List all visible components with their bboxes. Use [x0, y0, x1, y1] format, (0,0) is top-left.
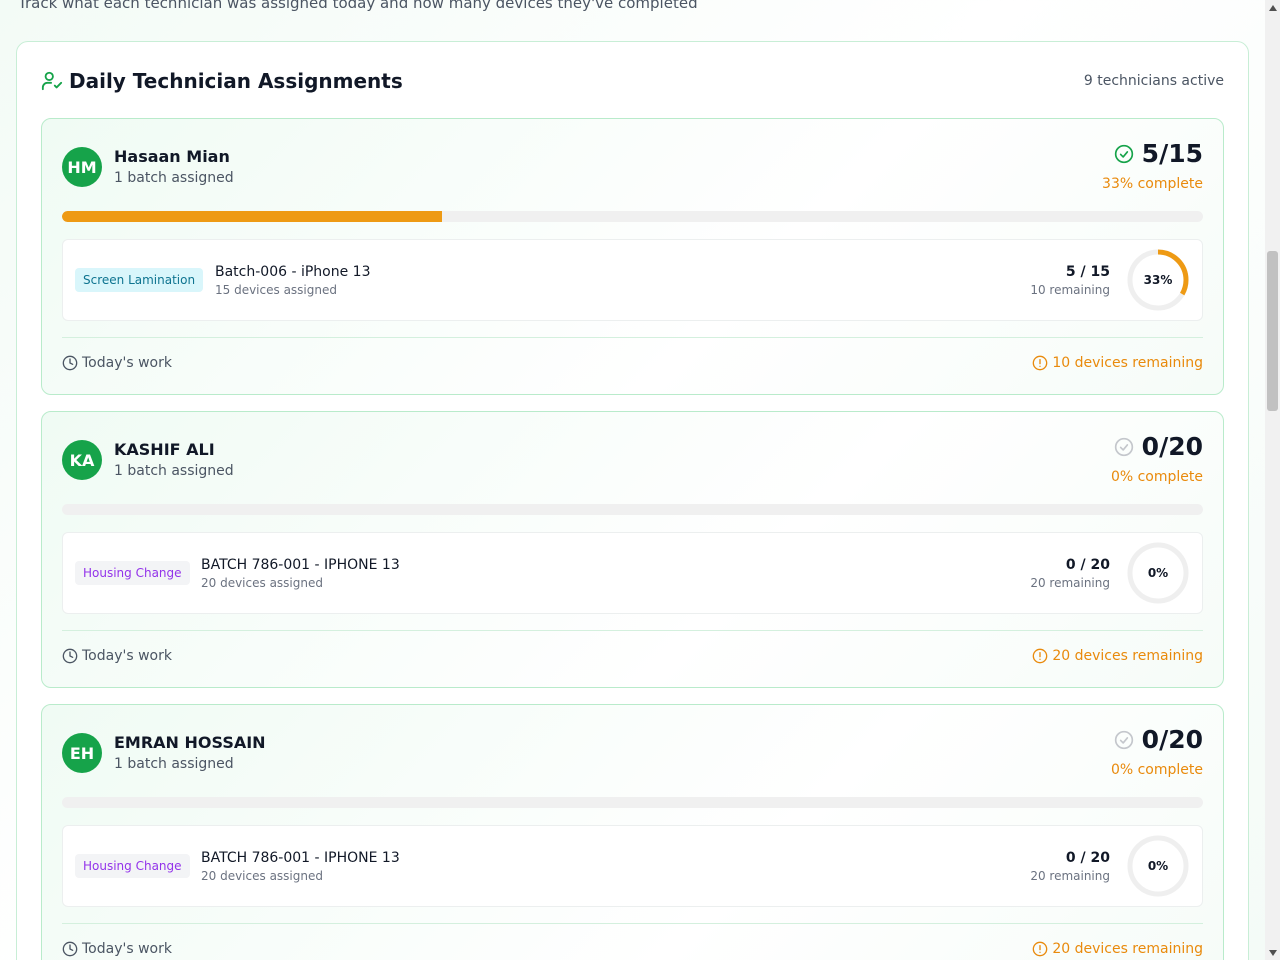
completed-score: 0/20	[1141, 725, 1203, 754]
clock-icon	[62, 941, 78, 957]
devices-remaining: 10 devices remaining	[1032, 355, 1203, 371]
progress-bar	[62, 797, 1203, 808]
progress-bar	[62, 504, 1203, 515]
ring-label: 0%	[1147, 859, 1169, 873]
batch-count-label: 1 batch assigned	[114, 463, 234, 479]
batch-count: 0 / 20	[1065, 557, 1110, 573]
devices-remaining: 20 devices remaining	[1032, 648, 1203, 664]
todays-work: Today's work	[62, 355, 172, 371]
panel-header: Daily Technician Assignments 9 technicia…	[41, 66, 1224, 96]
technician-card[interactable]: EH EMRAN HOSSAIN 1 batch assigned 0/20 0…	[41, 704, 1224, 960]
batch-row[interactable]: Housing Change BATCH 786-001 - IPHONE 13…	[62, 532, 1203, 614]
todays-work: Today's work	[62, 941, 172, 957]
batch-name: BATCH 786-001 - IPHONE 13	[201, 557, 400, 573]
page: Track what each technician was assigned …	[0, 0, 1265, 960]
scrollbar-thumb[interactable]	[1267, 251, 1278, 411]
page-subtitle: Track what each technician was assigned …	[18, 0, 698, 12]
technician-name: Hasaan Mian	[114, 147, 230, 166]
batch-remaining: 20 remaining	[1030, 869, 1110, 883]
task-tag: Housing Change	[75, 561, 190, 585]
batch-devices: 20 devices assigned	[201, 576, 323, 590]
alert-circle-icon	[1032, 355, 1048, 371]
batch-count-label: 1 batch assigned	[114, 756, 234, 772]
technician-name: KASHIF ALI	[114, 440, 215, 459]
percent-complete: 0% complete	[1110, 469, 1203, 485]
technician-card[interactable]: HM Hasaan Mian 1 batch assigned 5/15 33%…	[41, 118, 1224, 395]
task-tag: Housing Change	[75, 854, 190, 878]
clock-icon	[62, 355, 78, 371]
todays-work-label: Today's work	[82, 941, 172, 957]
panel-title-wrap: Daily Technician Assignments	[41, 69, 403, 93]
ring-label: 0%	[1147, 566, 1169, 580]
completed-score: 0/20	[1141, 432, 1203, 461]
check-circle-icon	[1114, 144, 1134, 164]
batch-name: Batch-006 - iPhone 13	[215, 264, 371, 280]
todays-work-label: Today's work	[82, 355, 172, 371]
divider	[62, 630, 1203, 631]
vertical-scrollbar[interactable]	[1265, 0, 1280, 960]
batch-devices: 15 devices assigned	[215, 283, 337, 297]
batch-row[interactable]: Screen Lamination Batch-006 - iPhone 13 …	[62, 239, 1203, 321]
batch-row[interactable]: Housing Change BATCH 786-001 - IPHONE 13…	[62, 825, 1203, 907]
percent-complete: 0% complete	[1110, 762, 1203, 778]
task-tag: Screen Lamination	[75, 268, 204, 292]
todays-work-label: Today's work	[82, 648, 172, 664]
batch-devices: 20 devices assigned	[201, 869, 323, 883]
batch-count-label: 1 batch assigned	[114, 170, 234, 186]
check-circle-icon	[1114, 437, 1134, 457]
devices-remaining: 20 devices remaining	[1032, 941, 1203, 957]
batch-count: 5 / 15	[1065, 264, 1110, 280]
ring-label: 33%	[1143, 273, 1173, 287]
batch-count: 0 / 20	[1065, 850, 1110, 866]
divider	[62, 337, 1203, 338]
scroll-down-arrow-icon[interactable]	[1265, 945, 1280, 960]
technician-card[interactable]: KA KASHIF ALI 1 batch assigned 0/20 0% c…	[41, 411, 1224, 688]
batch-remaining: 10 remaining	[1030, 283, 1110, 297]
devices-remaining-label: 10 devices remaining	[1052, 355, 1203, 371]
user-check-icon	[41, 70, 63, 92]
avatar: KA	[62, 440, 102, 480]
completed-score: 5/15	[1141, 139, 1203, 168]
progress-bar	[62, 211, 1203, 222]
avatar: HM	[62, 147, 102, 187]
panel-title: Daily Technician Assignments	[69, 69, 403, 93]
assignments-panel: Daily Technician Assignments 9 technicia…	[16, 41, 1249, 960]
score-wrap: 0/20	[1114, 432, 1203, 461]
clock-icon	[62, 648, 78, 664]
progress-fill	[62, 211, 443, 222]
alert-circle-icon	[1032, 941, 1048, 957]
check-circle-icon	[1114, 730, 1134, 750]
todays-work: Today's work	[62, 648, 172, 664]
devices-remaining-label: 20 devices remaining	[1052, 648, 1203, 664]
technician-name: EMRAN HOSSAIN	[114, 733, 266, 752]
batch-name: BATCH 786-001 - IPHONE 13	[201, 850, 400, 866]
devices-remaining-label: 20 devices remaining	[1052, 941, 1203, 957]
alert-circle-icon	[1032, 648, 1048, 664]
scroll-up-arrow-icon[interactable]	[1265, 0, 1280, 15]
score-wrap: 5/15	[1114, 139, 1203, 168]
divider	[62, 923, 1203, 924]
avatar: EH	[62, 733, 102, 773]
active-count: 9 technicians active	[1083, 73, 1224, 89]
score-wrap: 0/20	[1114, 725, 1203, 754]
batch-remaining: 20 remaining	[1030, 576, 1110, 590]
percent-complete: 33% complete	[1102, 176, 1203, 192]
